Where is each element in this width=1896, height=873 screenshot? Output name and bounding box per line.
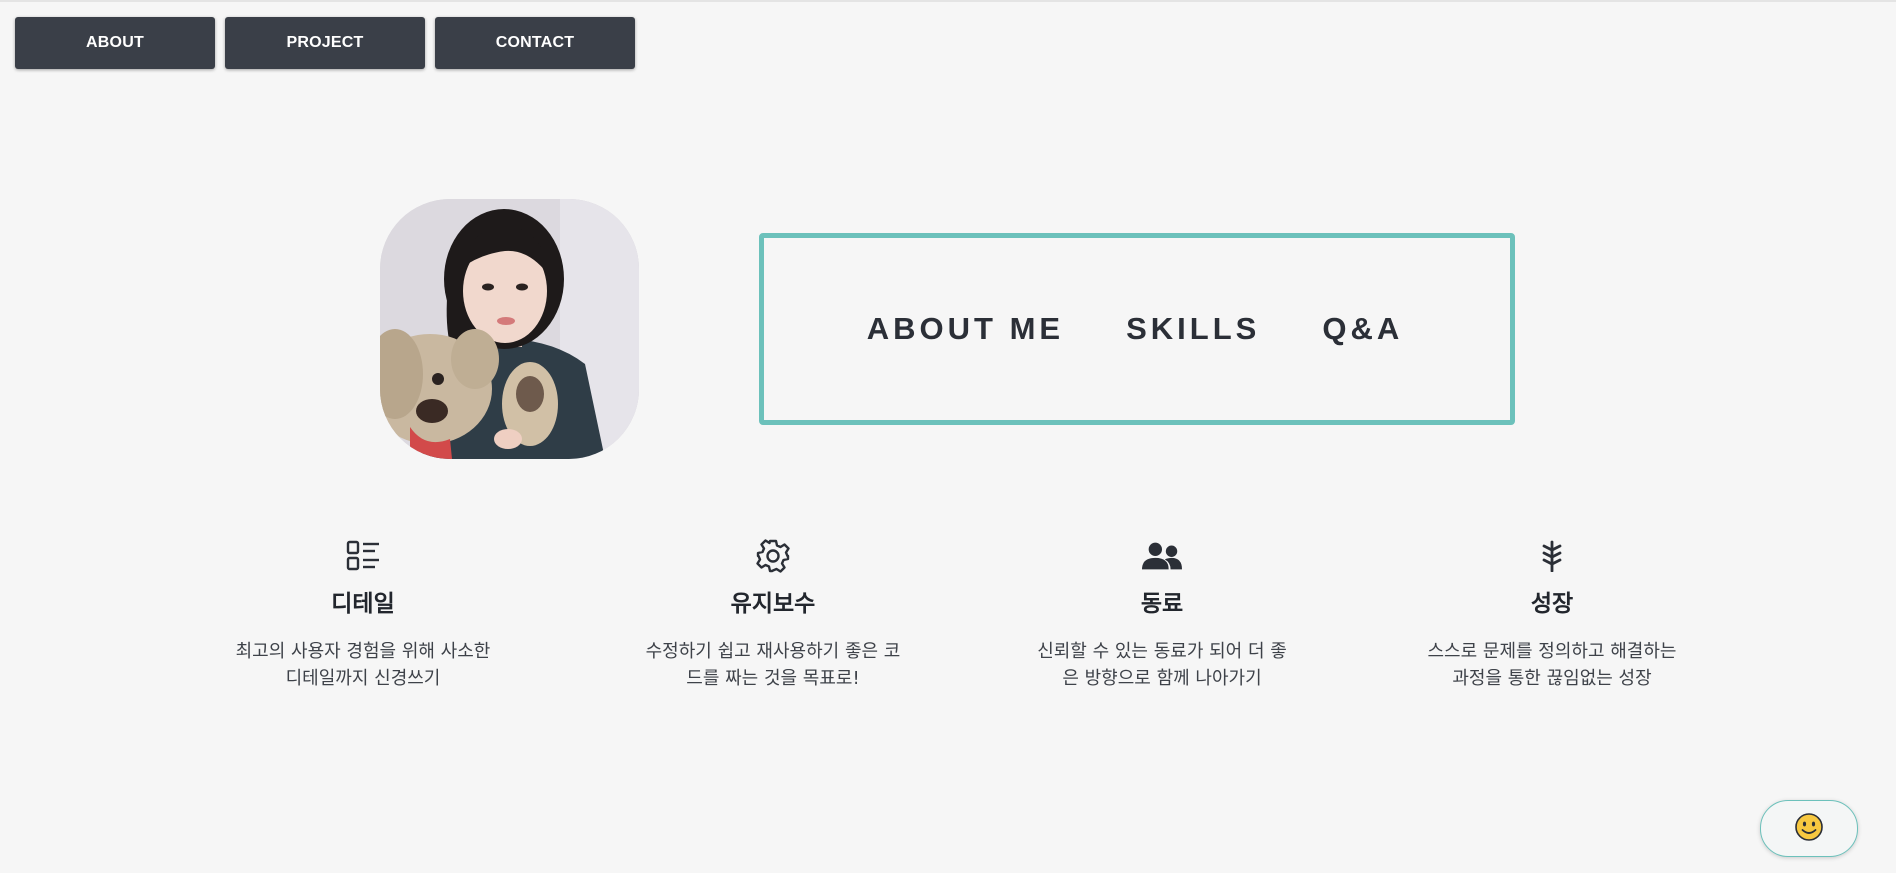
skills-link[interactable]: SKILLS (1126, 311, 1260, 347)
profile-photo (380, 199, 639, 459)
feature-description: 스스로 문제를 정의하고 해결하는 과정을 통한 끊임없는 성장 (1427, 641, 1677, 689)
feature-detail: 디테일 최고의 사용자 경험을 위해 사소한 디테일까지 신경쓰기 (198, 536, 528, 692)
feature-maintenance: 유지보수 수정하기 쉽고 재사용하기 좋은 코 드를 짜는 것을 목표로! (608, 536, 938, 692)
list-detail-icon (343, 536, 383, 576)
smiley-icon (1794, 812, 1824, 846)
gear-icon (753, 536, 793, 576)
feature-description: 신뢰할 수 있는 동료가 되어 더 좋 은 방향으로 함께 나아가기 (1037, 641, 1287, 689)
feature-title: 디테일 (331, 591, 395, 617)
floating-emoji-button[interactable] (1760, 800, 1858, 857)
qa-link[interactable]: Q&A (1322, 311, 1403, 347)
users-icon (1142, 536, 1182, 576)
nav-contact-button[interactable]: CONTACT (435, 17, 635, 69)
about-me-link[interactable]: ABOUT ME (867, 311, 1064, 347)
feature-colleague: 동료 신뢰할 수 있는 동료가 되어 더 좋 은 방향으로 함께 나아가기 (997, 536, 1327, 692)
feature-description: 수정하기 쉽고 재사용하기 좋은 코 드를 짜는 것을 목표로! (645, 641, 901, 689)
seedling-icon (1532, 536, 1572, 576)
intro-menu-box: ABOUT ME SKILLS Q&A (759, 233, 1515, 425)
feature-description: 최고의 사용자 경험을 위해 사소한 디테일까지 신경쓰기 (235, 641, 491, 689)
top-navigation: ABOUT PROJECT CONTACT (15, 17, 635, 69)
top-border (0, 0, 1896, 2)
nav-project-button[interactable]: PROJECT (225, 17, 425, 69)
feature-title: 성장 (1530, 591, 1574, 617)
feature-title: 동료 (1140, 591, 1184, 617)
feature-growth: 성장 스스로 문제를 정의하고 해결하는 과정을 통한 끊임없는 성장 (1387, 536, 1717, 692)
feature-title: 유지보수 (730, 591, 816, 617)
nav-about-button[interactable]: ABOUT (15, 17, 215, 69)
